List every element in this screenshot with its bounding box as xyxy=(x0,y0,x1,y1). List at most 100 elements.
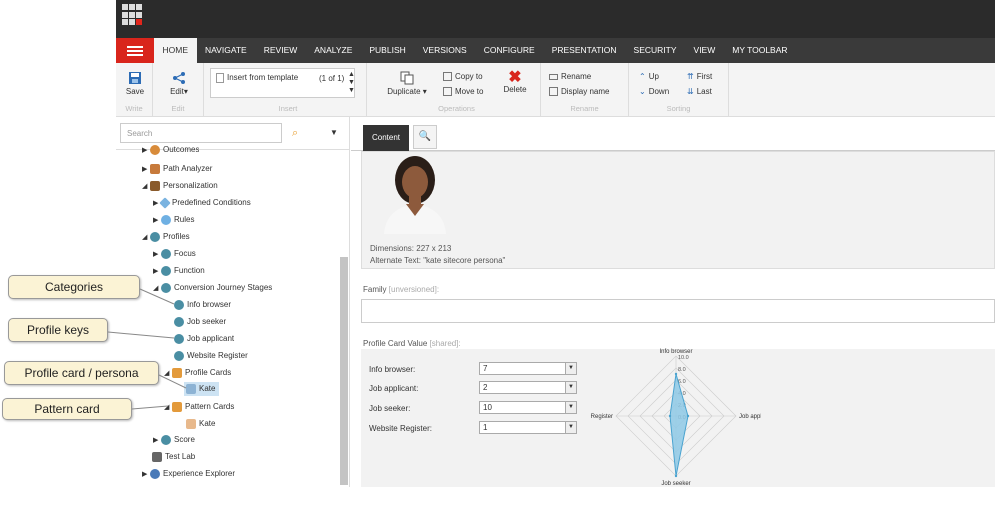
cards-icon xyxy=(172,401,182,412)
hamburger-menu-icon[interactable] xyxy=(116,38,154,63)
tree-label: Pattern Cards xyxy=(185,402,235,411)
write-group: Save Write xyxy=(116,63,153,117)
rename-icon xyxy=(549,73,558,80)
tree-label: Conversion Journey Stages xyxy=(174,283,273,292)
insert-item[interactable]: Insert from template xyxy=(216,73,298,83)
insert-group-label: Insert xyxy=(278,104,298,113)
pattern-icon xyxy=(186,418,196,429)
radar-data-point xyxy=(674,474,678,478)
job-applicant-select[interactable]: 2 ▼ xyxy=(479,381,577,394)
tab-versions[interactable]: VERSIONS xyxy=(414,38,475,63)
radar-axis-label: Job appli xyxy=(739,414,761,420)
tab-review[interactable]: REVIEW xyxy=(255,38,306,63)
rename-group-label: Rename xyxy=(570,104,599,113)
tree-item-website-register[interactable]: Website Register xyxy=(174,349,248,363)
tree-item-info-browser[interactable]: Info browser xyxy=(174,298,231,312)
tab-view[interactable]: VIEW xyxy=(685,38,724,63)
insert-group: Insert from template (1 of 1) ▲ ▼ ▼ Insert xyxy=(210,63,367,117)
edit-button[interactable]: Edit▾ xyxy=(169,71,189,96)
last-arrow-icon: ⇊ xyxy=(687,87,694,96)
persona-photo xyxy=(376,152,454,234)
up-button[interactable]: ⌃ Up xyxy=(639,72,659,81)
duplicate-button[interactable]: Duplicate ▾ xyxy=(385,71,429,96)
gear-icon xyxy=(174,299,184,310)
delete-x-icon: ✖ xyxy=(508,69,522,86)
tree-item-profiles[interactable]: ◢ Profiles xyxy=(142,230,190,244)
tab-navigate[interactable]: NAVIGATE xyxy=(197,38,256,63)
down-label: Down xyxy=(648,87,670,96)
tree-item-kate-pattern[interactable]: Kate xyxy=(186,417,215,431)
tree-item-predefined-conditions[interactable]: ▶ Predefined Conditions xyxy=(153,196,251,210)
chevron-down-icon: ▼ xyxy=(565,402,576,413)
app-logo-icon[interactable] xyxy=(122,4,144,26)
persona-icon xyxy=(186,383,196,394)
search-input[interactable]: Search xyxy=(120,123,282,143)
content-tree-panel: Search ⌕ ▼ ▶ Outcomes ▶ Path Analyzer ◢ Per… xyxy=(116,117,350,487)
up-arrow-icon: ⌃ xyxy=(639,72,646,81)
image-field[interactable]: Dimensions: 227 x 213 Alternate Text: "k… xyxy=(361,151,995,269)
menu-bar: HOME NAVIGATE REVIEW ANALYZE PUBLISH VER… xyxy=(116,38,995,63)
tree-item-profile-cards[interactable]: ◢ Profile Cards xyxy=(164,366,231,380)
tree-item-conversion-journey-stages[interactable]: ◢ Conversion Journey Stages xyxy=(153,281,272,295)
tab-presentation[interactable]: PRESENTATION xyxy=(543,38,625,63)
profile-radar-chart: 10.08.06.04.02.00.0Info browserJob appli… xyxy=(591,349,761,485)
website-register-label: Website Register: xyxy=(369,424,432,433)
delete-button[interactable]: ✖ Delete xyxy=(501,69,529,95)
tab-security[interactable]: SECURITY xyxy=(625,38,685,63)
tab-content[interactable]: Content xyxy=(363,125,409,151)
tree-item-personalization[interactable]: ◢ Personalization xyxy=(142,179,218,193)
tree-item-experience-explorer[interactable]: ▶ Experience Explorer xyxy=(142,467,235,481)
insert-scroll-arrows-icon[interactable]: ▲ ▼ ▼ xyxy=(348,71,355,95)
edit-label: Edit xyxy=(170,87,184,96)
tree-item-test-lab[interactable]: Test Lab xyxy=(152,450,195,464)
tab-home[interactable]: HOME xyxy=(154,38,197,63)
copy-to-button[interactable]: Copy to xyxy=(443,72,483,82)
tree-item-kate-profile[interactable]: Kate xyxy=(184,382,220,396)
tab-configure[interactable]: CONFIGURE xyxy=(475,38,543,63)
move-to-button[interactable]: Move to xyxy=(443,87,484,97)
search-icon[interactable]: ⌕ xyxy=(292,127,298,140)
radar-axis-label: Info browser xyxy=(659,349,692,355)
first-button[interactable]: ⇈ First xyxy=(687,72,712,81)
rename-label: Rename xyxy=(561,72,592,81)
website-register-select[interactable]: 1 ▼ xyxy=(479,421,577,434)
info-browser-label: Info browser: xyxy=(369,365,416,374)
tree-item-pattern-cards[interactable]: ◢ Pattern Cards xyxy=(164,400,234,414)
down-arrow-icon: ⌄ xyxy=(639,87,646,96)
tree-item-focus[interactable]: ▶ Focus xyxy=(153,247,196,261)
duplicate-icon xyxy=(400,71,414,85)
last-button[interactable]: ⇊ Last xyxy=(687,87,712,96)
rename-button[interactable]: Rename xyxy=(549,72,591,81)
tree-item-function[interactable]: ▶ Function xyxy=(153,264,205,278)
tree-label: Path Analyzer xyxy=(163,164,213,173)
tree-scrollbar[interactable] xyxy=(340,257,348,485)
tab-my-toolbar[interactable]: MY TOOLBAR xyxy=(724,38,796,63)
display-name-button[interactable]: Display name xyxy=(549,87,609,97)
insert-list[interactable]: Insert from template (1 of 1) ▲ ▼ ▼ xyxy=(210,68,355,98)
chevron-down-icon[interactable]: ▼ xyxy=(330,128,338,137)
move-icon xyxy=(443,87,452,97)
delete-label: Delete xyxy=(503,85,527,94)
tree-item-job-seeker[interactable]: Job seeker xyxy=(174,315,226,329)
rules-icon xyxy=(161,214,171,225)
info-browser-select[interactable]: 7 ▼ xyxy=(479,362,577,375)
search-icon[interactable]: 🔍 xyxy=(413,125,437,149)
save-button[interactable]: Save xyxy=(125,71,145,96)
tree-label: Info browser xyxy=(187,300,232,309)
tab-analyze[interactable]: ANALYZE xyxy=(306,38,361,63)
insert-count: (1 of 1) xyxy=(319,74,345,83)
tab-publish[interactable]: PUBLISH xyxy=(361,38,414,63)
down-button[interactable]: ⌄ Down xyxy=(639,87,669,96)
tree-item-job-applicant[interactable]: Job applicant xyxy=(174,332,234,346)
tree-item-outcomes[interactable]: ▶ Outcomes xyxy=(142,145,199,155)
gear-icon xyxy=(161,248,171,259)
radar-data-point xyxy=(674,372,678,376)
move-to-label: Move to xyxy=(455,87,484,96)
job-seeker-select[interactable]: 10 ▼ xyxy=(479,401,577,414)
tree-item-path-analyzer[interactable]: ▶ Path Analyzer xyxy=(142,162,212,176)
tree-item-rules[interactable]: ▶ Rules xyxy=(153,213,194,227)
callout-profile-card: Profile card / persona xyxy=(4,361,159,385)
family-input[interactable] xyxy=(361,299,995,323)
radar-data-point xyxy=(668,414,672,418)
tree-item-score[interactable]: ▶ Score xyxy=(153,433,195,447)
